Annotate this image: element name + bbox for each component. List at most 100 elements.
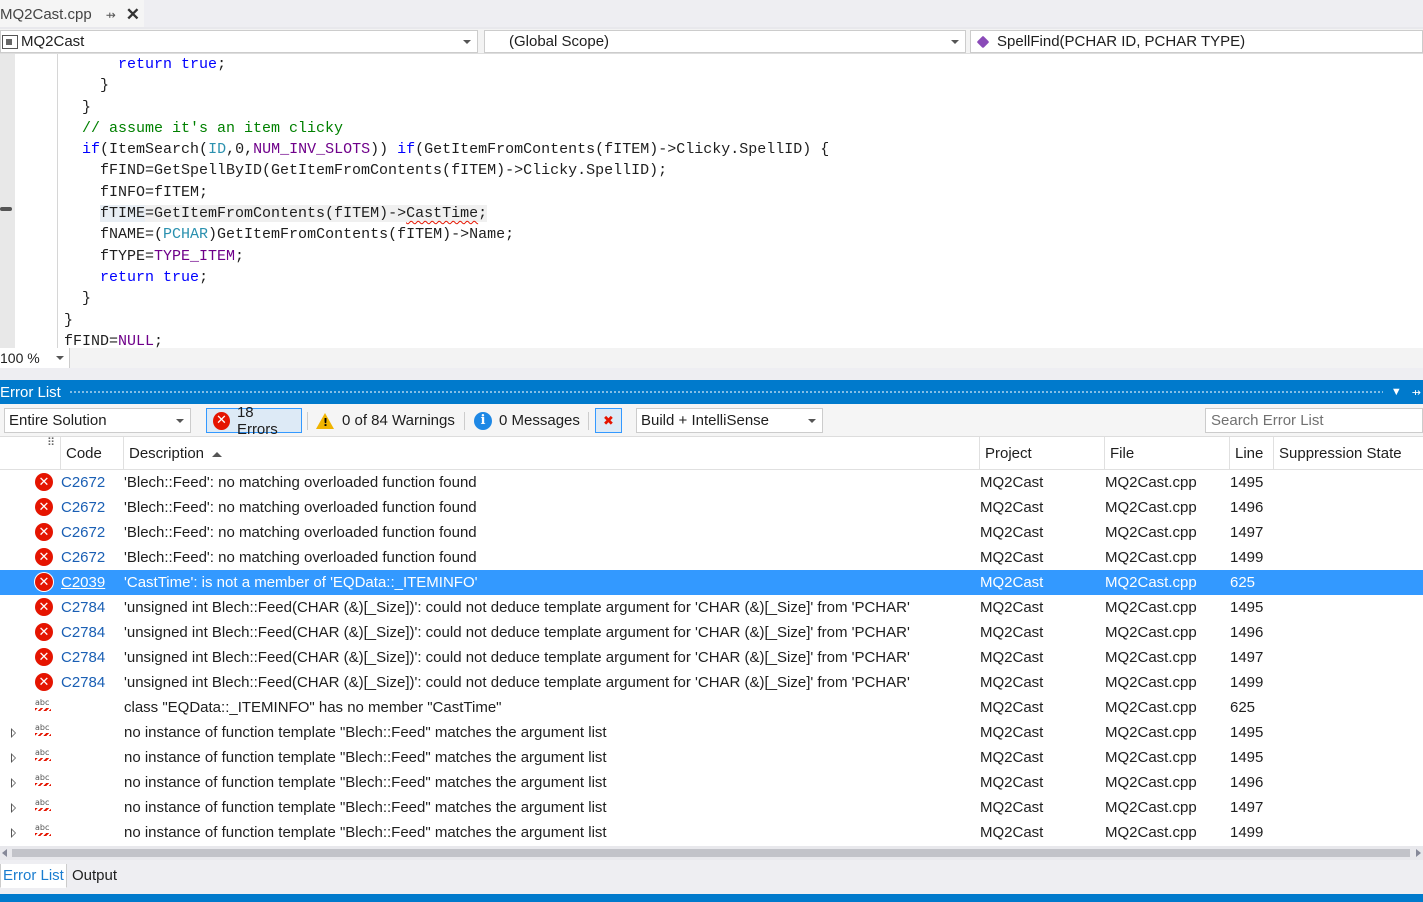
cell-description: 'Blech::Feed': no matching overloaded fu… (124, 549, 477, 566)
table-row[interactable]: ✕ C2784'unsigned int Blech::Feed(CHAR (&)… (0, 595, 1423, 620)
search-input[interactable]: Search Error List (1205, 408, 1423, 433)
panel-pin-icon[interactable]: ⇸ (1412, 386, 1421, 399)
chevron-down-icon[interactable] (463, 40, 471, 44)
expand-arrow-icon[interactable] (11, 828, 16, 838)
table-row[interactable]: abc class "EQData::_ITEMINFO" has no memb… (0, 695, 1423, 720)
current-line-marker (0, 207, 12, 211)
scroll-right-icon[interactable] (1416, 849, 1421, 857)
column-header-file[interactable]: File (1104, 437, 1229, 470)
code-line[interactable]: if(ItemSearch(ID,0,NUM_INV_SLOTS)) if(Ge… (64, 139, 829, 160)
error-code-link[interactable]: C2784 (61, 670, 123, 695)
zoom-dropdown[interactable]: 100 % (0, 348, 70, 368)
error-code-link[interactable] (61, 820, 123, 845)
scrollbar-thumb[interactable] (12, 849, 1410, 857)
code-editor[interactable]: return true; } } // assume it's an item … (0, 54, 1423, 348)
chevron-down-icon[interactable] (808, 419, 816, 423)
horizontal-scrollbar[interactable] (0, 846, 1423, 860)
code-line[interactable]: fTYPE=TYPE_ITEM; (64, 246, 829, 267)
error-code-link[interactable]: C2784 (61, 595, 123, 620)
error-code-link[interactable]: C2672 (61, 545, 123, 570)
table-row[interactable]: abc no instance of function template "Ble… (0, 745, 1423, 770)
code-line[interactable]: // assume it's an item clicky (64, 118, 829, 139)
table-row[interactable]: ✕ C2672 'Blech::Feed': no matching overloa… (0, 495, 1423, 520)
close-icon[interactable]: ✕ (126, 5, 140, 25)
code-token: fNAME=( (64, 226, 164, 244)
code-text[interactable]: return true; } } // assume it's an item … (64, 54, 829, 348)
column-header-line[interactable]: Line (1229, 437, 1273, 470)
expand-arrow-icon[interactable] (11, 753, 16, 763)
code-line[interactable]: return true; (64, 267, 829, 288)
table-row[interactable]: abc no instance of function template "Ble… (0, 770, 1423, 795)
error-code-link[interactable]: C2784 (61, 645, 123, 670)
messages-filter-button[interactable]: i 0 Messages (468, 408, 586, 433)
code-line[interactable]: fFIND=NULL; (64, 331, 829, 348)
cell-description: no instance of function template "Blech:… (124, 799, 607, 816)
table-row[interactable]: ✕ C2784'unsigned int Blech::Feed(CHAR (&)… (0, 620, 1423, 645)
member-dropdown[interactable]: SpellFind(PCHAR ID, PCHAR TYPE) (970, 30, 1423, 53)
column-chooser[interactable]: ⠿ (0, 437, 60, 470)
cell-description: no instance of function template "Blech:… (124, 774, 607, 791)
column-chooser-icon[interactable]: ⠿ (47, 427, 55, 460)
table-row[interactable]: ✕ C2672 'Blech::Feed': no matching overloa… (0, 545, 1423, 570)
intellisense-error-icon: abc (35, 798, 51, 811)
error-code-link[interactable] (61, 770, 123, 795)
table-row[interactable]: ✕ C2039 'CastTime': is not a member of 'EQ… (0, 570, 1423, 595)
expand-arrow-icon[interactable] (11, 778, 16, 788)
document-tab[interactable]: MQ2Cast.cpp ⇸ ✕ (0, 0, 144, 29)
table-row[interactable]: abc no instance of function template "Ble… (0, 795, 1423, 820)
editor-gutter[interactable] (0, 54, 15, 348)
panel-splitter[interactable] (0, 368, 1423, 380)
scope-filter-dropdown[interactable]: Entire Solution (4, 408, 191, 433)
column-header-project[interactable]: Project (979, 437, 1104, 470)
warnings-filter-button[interactable]: 0 of 84 Warnings (310, 408, 461, 433)
error-code-link[interactable]: C2672 (61, 495, 123, 520)
expand-arrow-icon[interactable] (11, 728, 16, 738)
column-header-suppression[interactable]: Suppression State (1273, 437, 1423, 470)
error-code-link[interactable] (61, 745, 123, 770)
scroll-left-icon[interactable] (2, 849, 7, 857)
code-line[interactable]: return true; (64, 54, 829, 75)
panel-menu-icon[interactable]: ▼ (1391, 386, 1402, 398)
pin-icon[interactable]: ⇸ (106, 8, 116, 22)
code-line[interactable]: } (64, 310, 829, 331)
document-tab-strip: MQ2Cast.cpp ⇸ ✕ (0, 0, 1423, 29)
chevron-down-icon[interactable] (951, 40, 959, 44)
column-header-description[interactable]: Description (123, 437, 979, 470)
chevron-down-icon[interactable] (56, 356, 64, 360)
cell-description: 'Blech::Feed': no matching overloaded fu… (124, 499, 477, 516)
table-row[interactable]: abc no instance of function template "Ble… (0, 820, 1423, 845)
errors-filter-button[interactable]: ✕ 18 Errors (206, 404, 302, 438)
table-row[interactable]: ✕ C2672 'Blech::Feed': no matching overloa… (0, 520, 1423, 545)
table-row[interactable]: ✕ C2672 'Blech::Feed': no matching overloa… (0, 470, 1423, 495)
error-code-link[interactable]: C2784 (61, 620, 123, 645)
table-row[interactable]: ✕ C2784'unsigned int Blech::Feed(CHAR (&)… (0, 645, 1423, 670)
build-filter-dropdown[interactable]: Build + IntelliSense (636, 408, 823, 433)
tab-output[interactable]: Output (70, 864, 119, 888)
error-code-link[interactable] (61, 720, 123, 745)
error-code-link[interactable]: C2672 (61, 520, 123, 545)
code-token: ; (235, 247, 245, 265)
expand-arrow-icon[interactable] (11, 803, 16, 813)
code-line[interactable]: } (64, 97, 829, 118)
code-line[interactable]: fTIME=GetItemFromContents(fITEM)->CastTi… (64, 203, 829, 224)
error-code-link[interactable] (61, 695, 123, 720)
table-row[interactable]: abc no instance of function template "Ble… (0, 720, 1423, 745)
code-line[interactable]: fFIND=GetSpellByID(GetItemFromContents(f… (64, 160, 829, 181)
error-code-link[interactable]: C2039 (61, 570, 123, 595)
code-line[interactable]: } (64, 75, 829, 96)
code-line[interactable]: fNAME=(PCHAR)GetItemFromContents(fITEM)-… (64, 224, 829, 245)
filter-button[interactable]: ✖ (595, 408, 622, 433)
error-code-link[interactable]: C2672 (61, 470, 123, 495)
code-line[interactable]: } (64, 288, 829, 309)
column-header-code[interactable]: Code (60, 437, 122, 470)
scope-dropdown[interactable]: (Global Scope) (484, 30, 966, 53)
document-tab-name[interactable]: MQ2Cast.cpp (0, 6, 92, 23)
code-token: )GetItemFromContents(fITEM)->Name; (208, 226, 515, 244)
chevron-down-icon[interactable] (176, 419, 184, 423)
error-code-link[interactable] (61, 795, 123, 820)
project-dropdown[interactable]: MQ2Cast (0, 30, 478, 53)
code-token: ID (208, 141, 227, 159)
tab-error-list[interactable]: Error List (0, 864, 67, 888)
table-row[interactable]: ✕ C2784'unsigned int Blech::Feed(CHAR (&)… (0, 670, 1423, 695)
code-line[interactable]: fINFO=fITEM; (64, 182, 829, 203)
